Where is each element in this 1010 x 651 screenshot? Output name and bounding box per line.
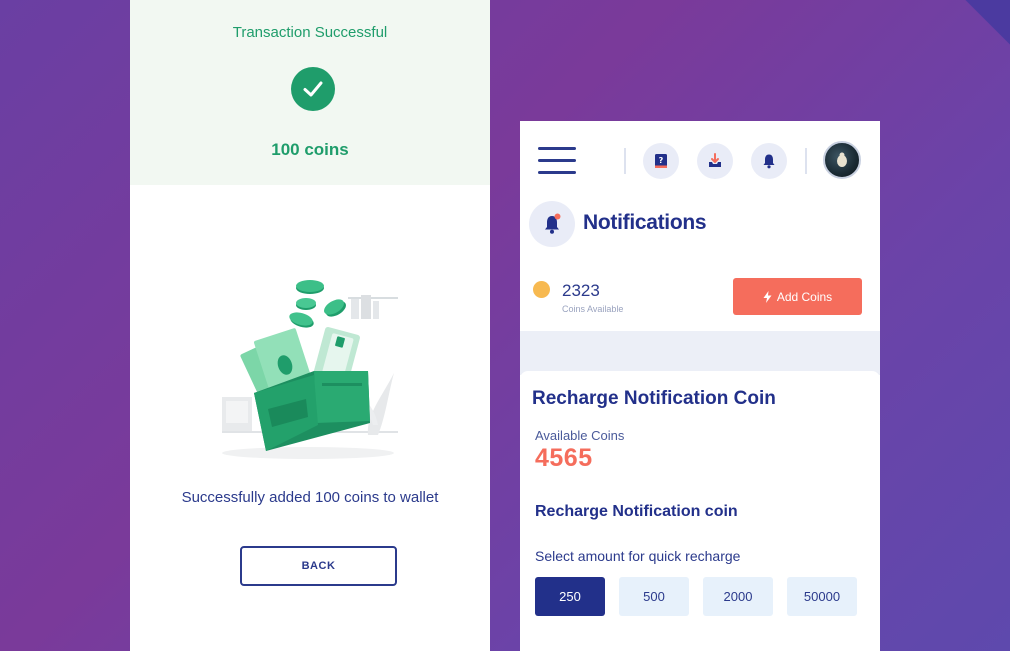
recharge-card-title: Recharge Notification Coin <box>532 388 776 409</box>
notifications-bell-icon <box>529 201 575 247</box>
coins-available-value: 2323 <box>562 281 600 300</box>
avatar[interactable] <box>823 141 861 179</box>
bolt-icon <box>763 290 772 303</box>
coins-available-caption: Coins Available <box>562 304 624 314</box>
success-message: Successfully added 100 coins to wallet <box>181 489 439 506</box>
amount-option-250[interactable]: 250 <box>535 577 605 616</box>
notifications-panel: ? Notifications 2323 Coins Available Add… <box>520 121 880 651</box>
available-coins-value: 4565 <box>535 444 593 472</box>
page-title: Notifications <box>583 211 707 234</box>
quick-recharge-label: Select amount for quick recharge <box>535 548 741 564</box>
success-title: Transaction Successful <box>232 24 388 41</box>
svg-text:?: ? <box>659 156 664 165</box>
download-tray-icon[interactable] <box>697 143 733 179</box>
header-divider <box>805 148 807 174</box>
amount-option-500[interactable]: 500 <box>619 577 689 616</box>
transaction-success-panel: Transaction Successful 100 coins Success… <box>130 0 490 651</box>
wallet-illustration <box>222 280 398 459</box>
coins-amount: 100 coins <box>271 140 349 159</box>
bell-icon[interactable] <box>751 143 787 179</box>
background-corner-shape <box>950 0 1010 50</box>
recharge-section-title: Recharge Notification coin <box>535 503 738 520</box>
available-coins-label: Available Coins <box>535 428 625 443</box>
amount-option-50000[interactable]: 50000 <box>787 577 857 616</box>
coin-icon <box>533 281 550 298</box>
add-coins-label: Add Coins <box>776 289 833 304</box>
hamburger-menu-icon[interactable] <box>538 147 576 175</box>
add-coins-button[interactable]: Add Coins <box>733 278 862 315</box>
amount-option-2000[interactable]: 2000 <box>703 577 773 616</box>
help-book-icon[interactable]: ? <box>643 143 679 179</box>
header-divider <box>624 148 626 174</box>
check-icon <box>291 67 335 111</box>
section-separator <box>520 331 880 375</box>
success-header: Transaction Successful 100 coins <box>130 0 490 185</box>
back-button[interactable]: BACK <box>240 546 397 586</box>
